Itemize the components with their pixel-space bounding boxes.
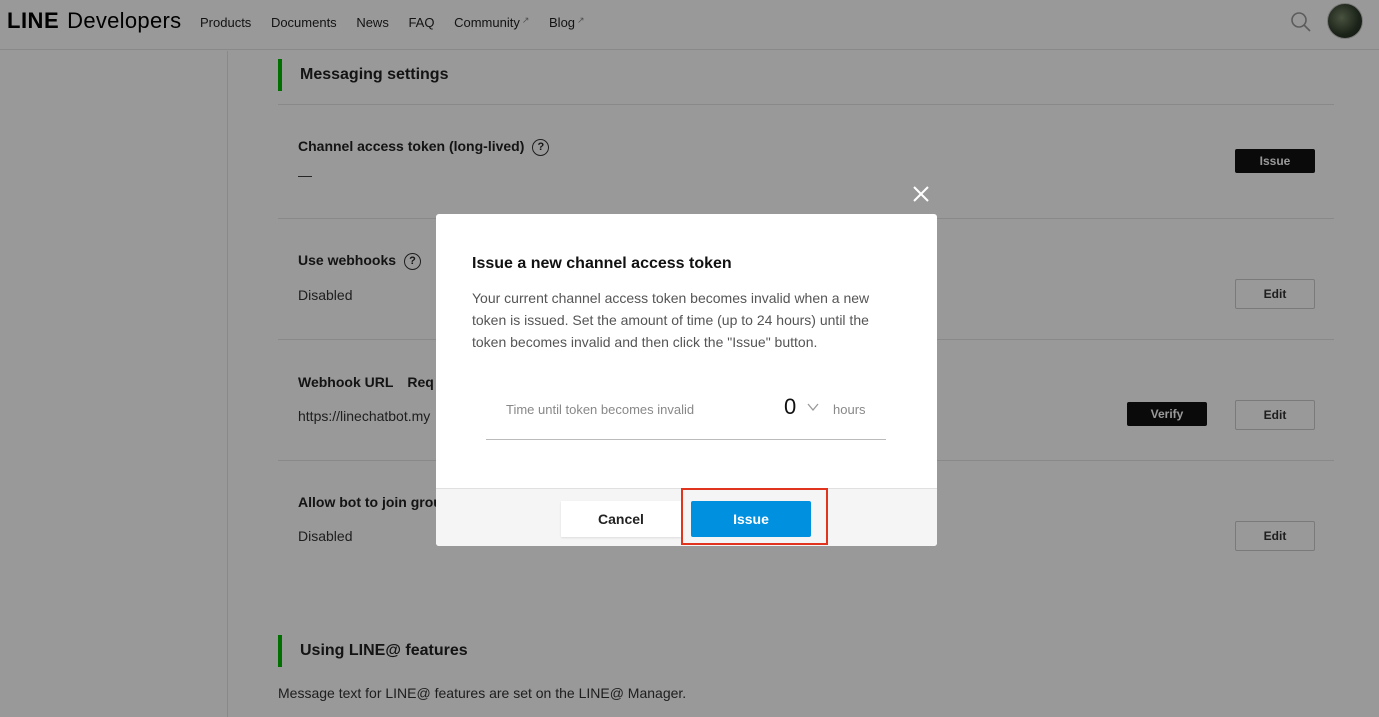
modal-title: Issue a new channel access token [472,255,732,272]
chevron-down-icon[interactable] [806,400,820,414]
expiry-unit: hours [833,402,866,417]
issue-button-highlight [681,488,828,545]
expiry-hours-field[interactable]: Time until token becomes invalid 0 hours [486,394,886,440]
expiry-hours-select[interactable]: 0 [784,394,796,420]
close-icon[interactable] [911,184,931,204]
cancel-button[interactable]: Cancel [561,501,681,537]
expiry-field-label: Time until token becomes invalid [506,402,695,417]
modal-description: Your current channel access token become… [472,290,870,350]
